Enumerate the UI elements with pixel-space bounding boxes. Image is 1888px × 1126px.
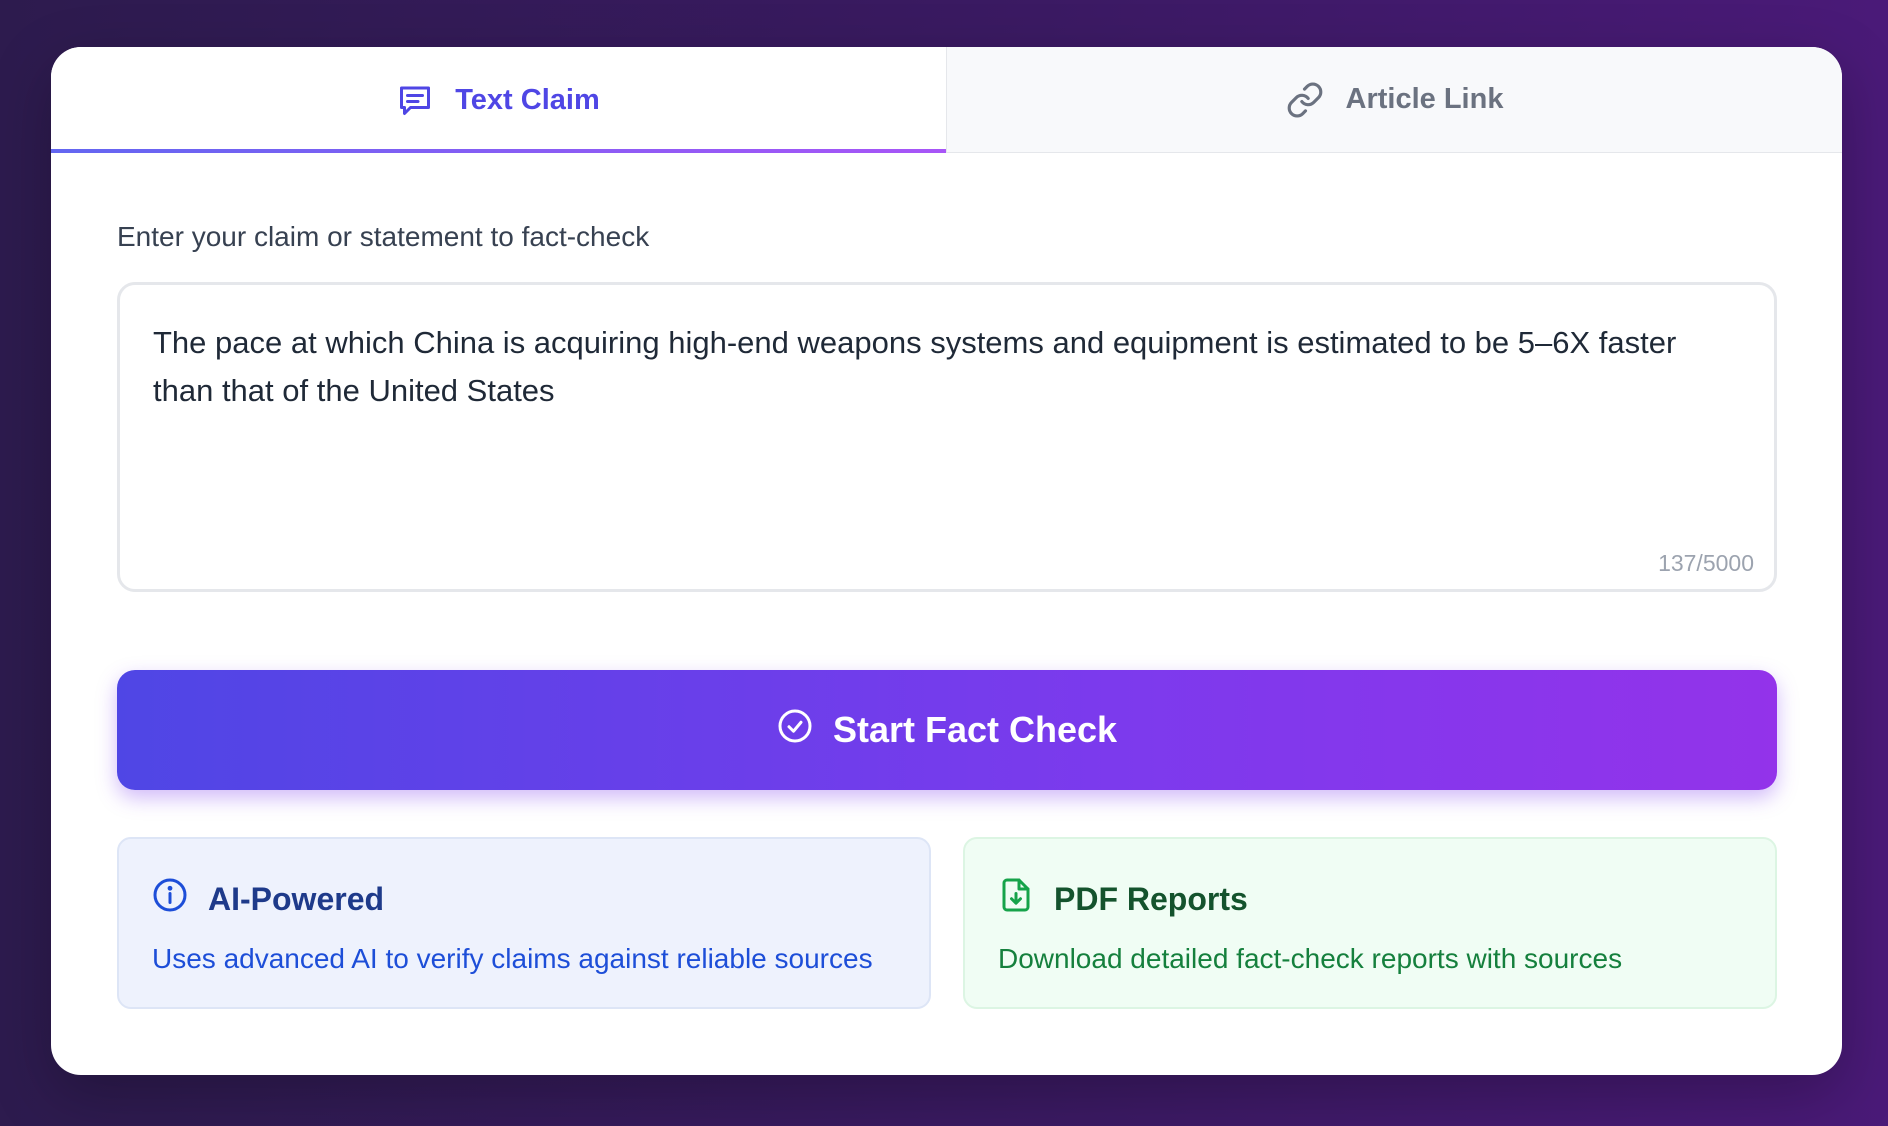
tab-text-claim-label: Text Claim xyxy=(455,83,600,116)
character-counter: 137/5000 xyxy=(1658,550,1754,576)
info-icon xyxy=(152,877,188,921)
feature-title: PDF Reports xyxy=(1054,880,1248,917)
message-square-text-icon xyxy=(397,82,433,118)
claim-field-label: Enter your claim or statement to fact-ch… xyxy=(117,221,650,252)
feature-description: Download detailed fact-check reports wit… xyxy=(998,943,1623,974)
feature-title: AI-Powered xyxy=(208,880,385,917)
start-fact-check-label: Start Fact Check xyxy=(832,709,1118,750)
start-fact-check-button[interactable]: Start Fact Check xyxy=(117,670,1777,790)
file-download-icon xyxy=(998,877,1034,921)
tab-article-link[interactable]: Article Link xyxy=(946,47,1842,153)
feature-description: Uses advanced AI to verify claims agains… xyxy=(152,943,873,974)
circle-check-icon xyxy=(777,708,813,753)
fact-check-card: Text Claim Article Link Enter your claim… xyxy=(51,47,1842,1075)
feature-card-ai-powered: AI-Powered Uses advanced AI to verify cl… xyxy=(117,837,931,1009)
tab-text-claim[interactable]: Text Claim xyxy=(51,47,946,153)
link-icon xyxy=(1286,81,1324,119)
claim-textarea-container: The pace at which China is acquiring hig… xyxy=(117,282,1777,592)
tab-article-link-label: Article Link xyxy=(1345,83,1504,115)
tab-bar: Text Claim Article Link xyxy=(51,47,1842,153)
feature-card-pdf-reports: PDF Reports Download detailed fact-check… xyxy=(963,837,1777,1009)
claim-input[interactable]: The pace at which China is acquiring hig… xyxy=(153,319,1733,519)
